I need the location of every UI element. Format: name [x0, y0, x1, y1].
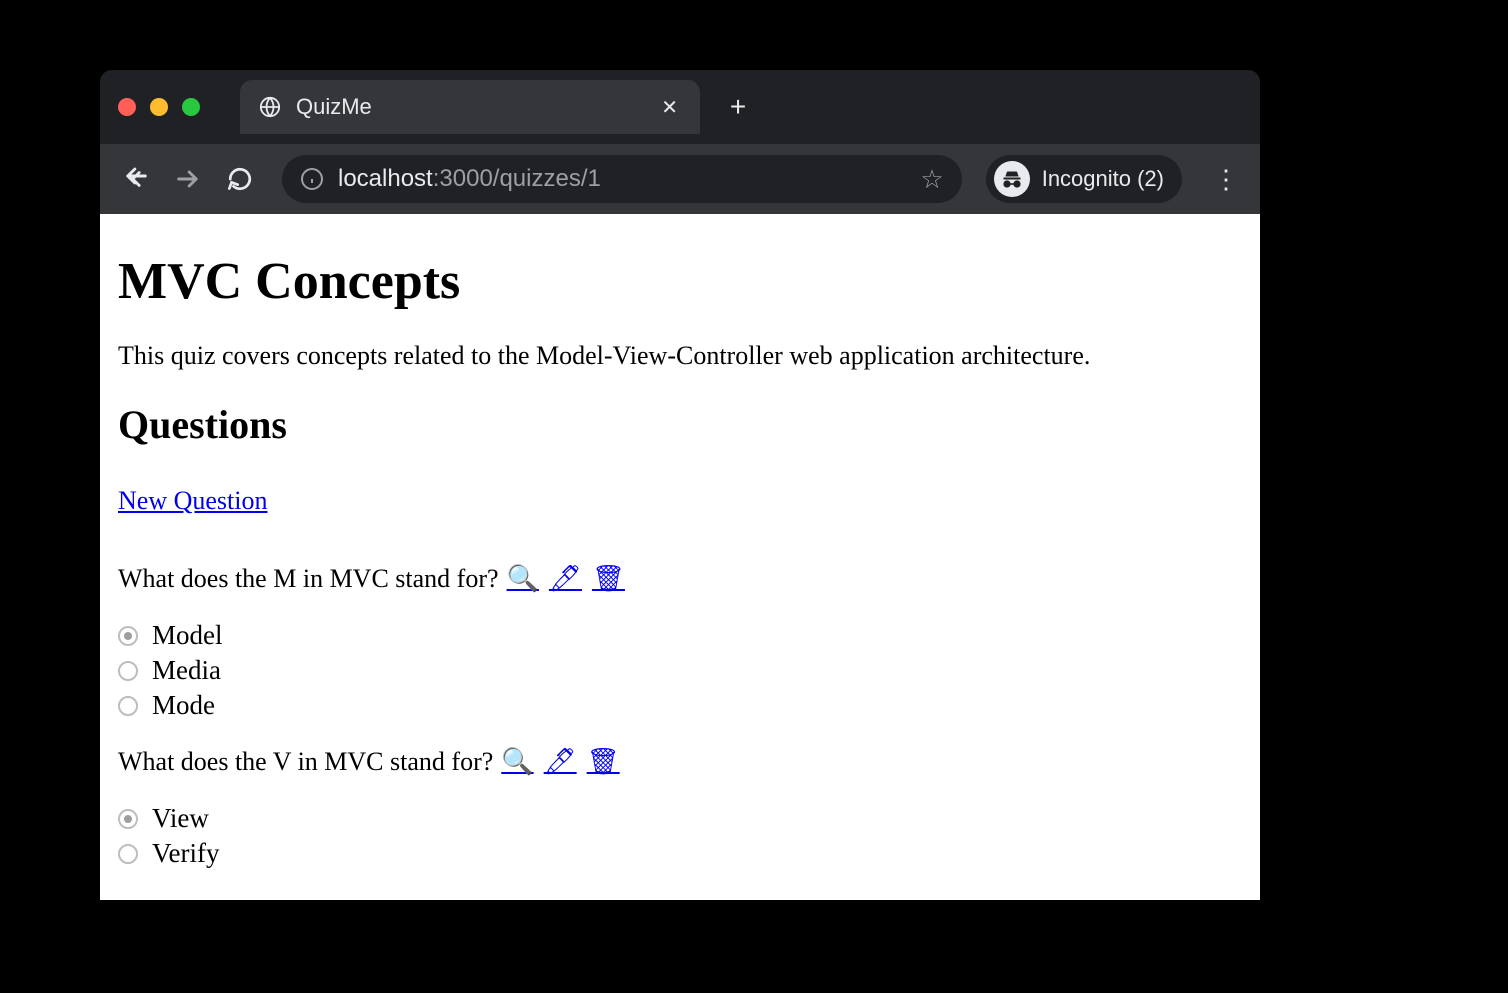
option-radio[interactable] — [118, 844, 138, 864]
question-row: What does the V in MVC stand for? 🔍 🖊 🗑 — [118, 747, 1242, 777]
incognito-indicator[interactable]: Incognito (2) — [986, 155, 1182, 203]
option-item: Media — [118, 653, 1242, 688]
new-question-link[interactable]: New Question — [118, 486, 267, 516]
tab-close-icon[interactable]: ✕ — [657, 91, 682, 124]
option-radio[interactable] — [118, 809, 138, 829]
magnifier-icon: 🔍 — [507, 564, 539, 593]
question-row: What does the M in MVC stand for? 🔍 🖊 🗑 — [118, 564, 1242, 594]
question-text: What does the M in MVC stand for? — [118, 564, 499, 594]
edit-question-link[interactable]: 🖊 — [542, 747, 579, 777]
edit-question-link[interactable]: 🖊 — [547, 564, 584, 594]
url-text: localhost:3000/quizzes/1 — [338, 165, 906, 193]
page-viewport: MVC Concepts This quiz covers concepts r… — [100, 214, 1260, 900]
incognito-label: Incognito (2) — [1042, 166, 1164, 192]
window-zoom-button[interactable] — [182, 98, 200, 116]
option-item: View — [118, 801, 1242, 836]
option-radio[interactable] — [118, 626, 138, 646]
question-block: What does the V in MVC stand for? 🔍 🖊 🗑 … — [118, 747, 1242, 871]
reload-button[interactable] — [222, 161, 258, 197]
globe-icon — [258, 95, 282, 119]
options-list: ViewVerify — [118, 801, 1242, 871]
pencil-icon: 🖊 — [544, 747, 577, 776]
question-block: What does the M in MVC stand for? 🔍 🖊 🗑 … — [118, 564, 1242, 723]
address-bar[interactable]: localhost:3000/quizzes/1 ☆ — [282, 155, 962, 203]
question-text: What does the V in MVC stand for? — [118, 747, 493, 777]
tab-title: QuizMe — [296, 94, 643, 120]
option-item: Mode — [118, 688, 1242, 723]
window-minimize-button[interactable] — [150, 98, 168, 116]
window-controls — [118, 98, 200, 116]
option-item: Model — [118, 618, 1242, 653]
delete-question-link[interactable]: 🗑 — [590, 564, 627, 594]
option-label: View — [152, 801, 209, 836]
magnifier-icon: 🔍 — [501, 747, 533, 776]
bookmark-star-icon[interactable]: ☆ — [920, 164, 943, 195]
forward-button[interactable] — [170, 161, 206, 197]
option-label: Media — [152, 653, 221, 688]
trash-icon: 🗑 — [587, 747, 620, 776]
browser-tab[interactable]: QuizMe ✕ — [240, 80, 700, 134]
questions-heading: Questions — [118, 401, 1242, 448]
url-path: :3000/quizzes/1 — [433, 165, 601, 192]
option-label: Verify — [152, 836, 219, 871]
back-button[interactable] — [118, 161, 154, 197]
option-radio[interactable] — [118, 661, 138, 681]
url-host: localhost — [338, 165, 433, 192]
options-list: ModelMediaMode — [118, 618, 1242, 723]
view-question-link[interactable]: 🔍 — [499, 747, 535, 777]
trash-icon: 🗑 — [592, 564, 625, 593]
site-info-icon[interactable] — [300, 167, 324, 191]
tab-strip: QuizMe ✕ + — [100, 70, 1260, 144]
window-close-button[interactable] — [118, 98, 136, 116]
browser-menu-button[interactable]: ⋮ — [1210, 164, 1242, 195]
browser-toolbar: localhost:3000/quizzes/1 ☆ Incognito (2)… — [100, 144, 1260, 214]
page-description: This quiz covers concepts related to the… — [118, 341, 1242, 371]
pencil-icon: 🖊 — [549, 564, 582, 593]
questions-list: What does the M in MVC stand for? 🔍 🖊 🗑 … — [118, 564, 1242, 871]
option-radio[interactable] — [118, 696, 138, 716]
browser-window: QuizMe ✕ + localhost:3000/quizzes/1 ☆ — [100, 70, 1260, 900]
view-question-link[interactable]: 🔍 — [505, 564, 541, 594]
page-title: MVC Concepts — [118, 252, 1242, 311]
option-label: Model — [152, 618, 223, 653]
option-label: Mode — [152, 688, 215, 723]
new-tab-button[interactable]: + — [722, 91, 754, 123]
incognito-icon — [994, 161, 1030, 197]
option-item: Verify — [118, 836, 1242, 871]
delete-question-link[interactable]: 🗑 — [585, 747, 622, 777]
